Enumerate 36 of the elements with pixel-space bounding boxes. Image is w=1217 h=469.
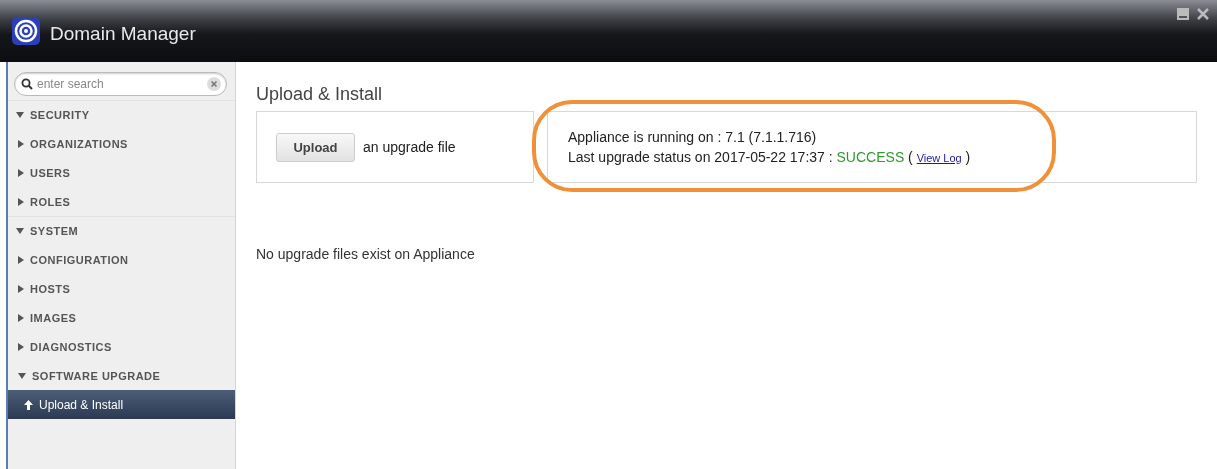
window-title: Domain Manager — [50, 22, 196, 45]
tree-item[interactable]: SECURITY — [8, 100, 235, 129]
upload-button[interactable]: Upload — [276, 132, 355, 162]
tree-item[interactable]: CONFIGURATION — [8, 245, 235, 274]
tree-item[interactable]: SYSTEM — [8, 216, 235, 245]
tree-item[interactable]: SOFTWARE UPGRADE — [8, 361, 235, 390]
expanded-caret-icon[interactable] — [18, 372, 26, 379]
tree-item[interactable]: IMAGES — [8, 303, 235, 332]
tree-item[interactable]: ROLES — [8, 187, 235, 216]
tree-item[interactable]: ORGANIZATIONS — [8, 129, 235, 158]
search-icon — [21, 78, 33, 90]
collapsed-caret-icon[interactable] — [18, 255, 24, 264]
collapsed-caret-icon[interactable] — [18, 168, 24, 177]
selected-tree-item[interactable]: Upload & Install — [8, 390, 235, 419]
upload-caption: an upgrade file — [363, 139, 456, 155]
collapsed-caret-icon[interactable] — [18, 342, 24, 351]
empty-message: No upgrade files exist on Appliance — [256, 246, 476, 262]
target-logo-icon — [12, 17, 40, 45]
expanded-caret-icon[interactable] — [16, 228, 24, 234]
collapsed-caret-icon[interactable] — [18, 284, 24, 293]
collapsed-caret-icon[interactable] — [18, 313, 24, 322]
page-heading: Upload & Install — [256, 84, 384, 105]
collapsed-caret-icon[interactable] — [18, 139, 24, 148]
upgrade-status-text: Last upgrade status on 2017-05-22 17:37 : SUCCESS ( View Log ) — [568, 149, 971, 165]
tree-item[interactable]: HOSTS — [8, 274, 235, 303]
minimize-icon[interactable] — [1177, 8, 1189, 20]
version-text: Appliance is running on : 7.1 (7.1.1.716) — [568, 129, 818, 145]
clear-icon[interactable] — [207, 77, 221, 91]
expanded-caret-icon[interactable] — [16, 112, 24, 118]
tree-item[interactable]: USERS — [8, 158, 235, 187]
search-field[interactable]: enter search — [14, 72, 227, 96]
close-icon[interactable] — [1197, 8, 1209, 20]
tree-item[interactable]: DIAGNOSTICS — [8, 332, 235, 361]
collapsed-caret-icon[interactable] — [18, 197, 24, 206]
view-log-link[interactable]: View Log — [916, 152, 962, 164]
up-arrow-icon — [24, 399, 33, 410]
